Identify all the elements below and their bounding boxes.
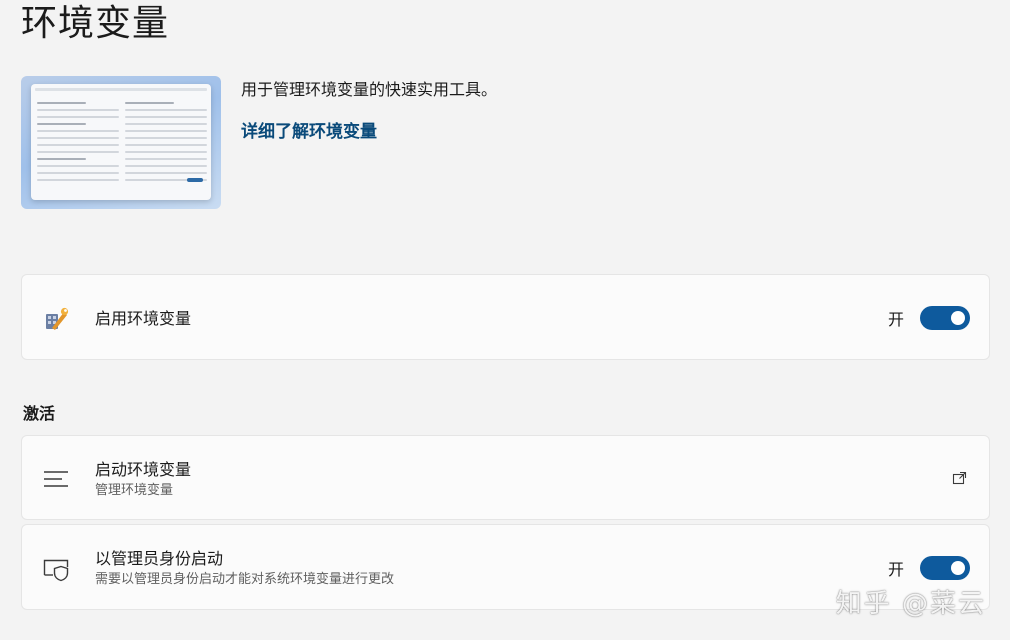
enable-label: 启用环境变量 — [95, 309, 192, 328]
hero-description: 用于管理环境变量的快速实用工具。 — [241, 80, 498, 99]
enable-toggle[interactable] — [920, 306, 970, 330]
list-lines-icon — [42, 465, 70, 493]
admin-description: 需要以管理员身份启动才能对系统环境变量进行更改 — [95, 572, 395, 587]
toggle-knob — [951, 311, 965, 325]
launch-description: 管理环境变量 — [95, 483, 174, 498]
open-external-icon[interactable] — [951, 469, 969, 487]
preview-window-illustration — [31, 84, 211, 200]
activation-section-title: 激活 — [23, 404, 56, 423]
admin-toggle-group: 开 — [888, 556, 970, 580]
admin-toggle-state: 开 — [887, 560, 904, 579]
watermark-text: 知乎 @菜云 — [835, 589, 986, 619]
enable-environment-variables-card: 启用环境变量 开 — [21, 274, 990, 360]
settings-page: 环境变量 用于管理环境变量的快速实用工具。 详细了解环境变量 启用环境变量 开 … — [0, 0, 1010, 640]
wrench-tool-icon — [42, 304, 70, 332]
launch-environment-variables-card[interactable]: 启动环境变量 管理环境变量 — [21, 435, 990, 520]
learn-more-link[interactable]: 详细了解环境变量 — [241, 121, 377, 143]
launch-label: 启动环境变量 — [95, 460, 192, 479]
enable-toggle-group: 开 — [888, 306, 970, 330]
page-title: 环境变量 — [21, 3, 170, 44]
admin-toggle[interactable] — [920, 556, 970, 580]
hero-preview-image — [21, 76, 221, 209]
toggle-knob — [951, 561, 965, 575]
shield-window-icon — [42, 555, 70, 583]
admin-label: 以管理员身份启动 — [95, 549, 224, 568]
enable-toggle-state: 开 — [887, 310, 904, 329]
